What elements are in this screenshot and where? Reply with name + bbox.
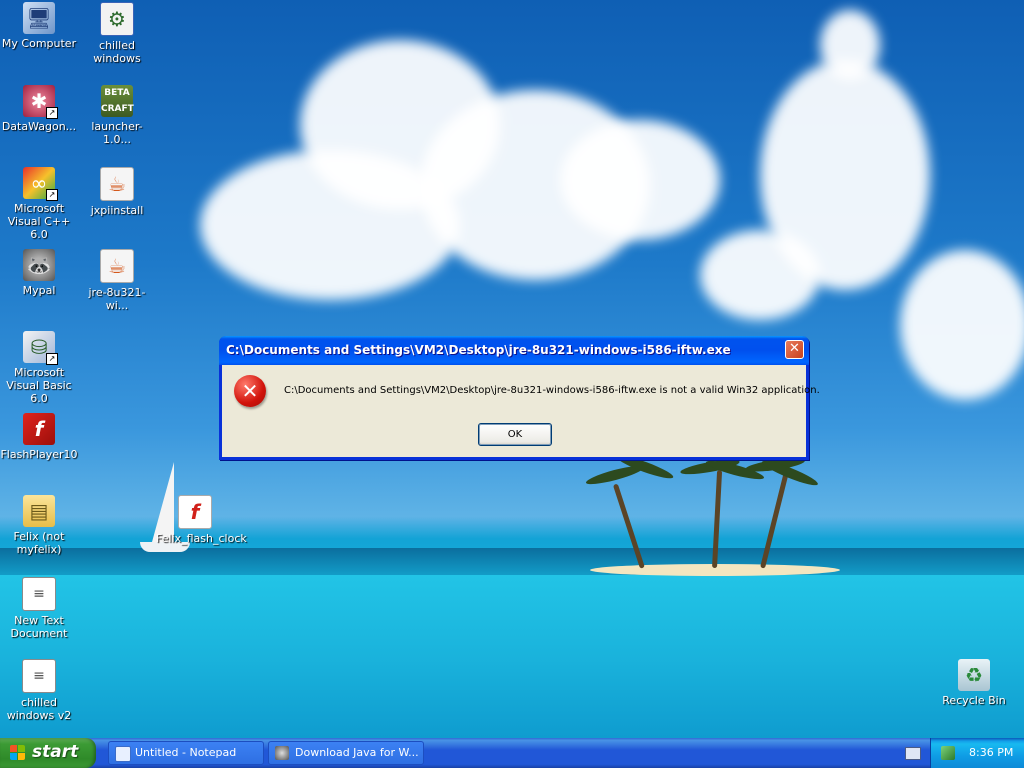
dialog-title: C:\Documents and Settings\VM2\Desktop\jr… [226, 343, 731, 357]
horizon [0, 548, 1024, 578]
network-icon[interactable] [941, 746, 955, 760]
desktop-icon-label: Felix (not myfelix) [13, 530, 65, 556]
dialog-body: ✕ C:\Documents and Settings\VM2\Desktop\… [222, 365, 820, 457]
desktop-icon-label: jre-8u321-wi... [88, 286, 146, 312]
dialog-titlebar[interactable]: C:\Documents and Settings\VM2\Desktop\jr… [219, 336, 809, 365]
cloud [760, 60, 930, 290]
recycle-bin-icon: ♻ [958, 659, 990, 691]
beta-craft-icon: BETA CRAFT [101, 85, 134, 117]
taskbar: start Untitled - Notepad Download Java f… [0, 738, 1024, 768]
close-icon: ✕ [789, 341, 800, 356]
desktop-icon-my-computer[interactable]: 🖥 My Computer [0, 2, 78, 50]
my-computer-icon: 🖥 [23, 2, 55, 34]
keyboard-language-icon[interactable] [905, 747, 921, 760]
desktop-icon-label: Microsoft Visual C++ 6.0 [7, 202, 71, 241]
desktop-icon-visual-basic[interactable]: ⛁ ↗ Microsoft Visual Basic 6.0 [0, 331, 78, 405]
desktop-icon-label: New Text Document [10, 614, 68, 640]
desktop-icon-felix-flash-clock[interactable]: f Felix_flash_clock [156, 495, 247, 545]
datawagon-icon: ✱ ↗ [23, 85, 58, 119]
desktop-icon-chilled-windows[interactable]: ⚙ chilled windows [78, 2, 156, 65]
swf-file-icon: f [178, 495, 212, 529]
desktop-icon-label: jxpiinstall [90, 204, 144, 217]
sea [0, 575, 1024, 738]
desktop-icon-label: launcher-1.0... [91, 120, 143, 146]
program-window-icon: ⚙ [100, 2, 134, 36]
system-tray: 8:36 PM [930, 738, 1024, 768]
java-icon: ☕ [100, 167, 134, 201]
windows-logo-icon [10, 745, 26, 761]
taskbar-item-label: Untitled - Notepad [135, 746, 237, 759]
desktop-icon-label: DataWagon... [1, 120, 77, 133]
java-icon: ☕ [100, 249, 134, 283]
desktop-icon-mypal[interactable]: 🦝 Mypal [0, 249, 78, 297]
desktop-icon-jre-installer[interactable]: ☕ jre-8u321-wi... [78, 249, 156, 312]
desktop-icon-new-text-document[interactable]: ≡ New Text Document [0, 577, 78, 640]
text-document-icon: ≡ [22, 659, 56, 693]
desktop-icon-datawagon[interactable]: ✱ ↗ DataWagon... [0, 85, 78, 133]
desktop-icon-label: chilled windows v2 [6, 696, 72, 722]
desktop-icon-visual-cpp[interactable]: ∞ ↗ Microsoft Visual C++ 6.0 [0, 167, 78, 241]
start-button[interactable]: start [0, 738, 96, 768]
desktop-icon-launcher[interactable]: BETA CRAFT launcher-1.0... [78, 85, 156, 146]
taskbar-item-label: Download Java for W... [295, 746, 419, 759]
cloud [820, 10, 880, 80]
desktop-icon-label: chilled windows [93, 39, 141, 65]
visual-cpp-icon: ∞ ↗ [23, 167, 58, 201]
desktop-icon-chilled-windows-v2[interactable]: ≡ chilled windows v2 [0, 659, 78, 722]
start-label: start [32, 742, 79, 762]
desktop-icon-label: Felix_flash_clock [156, 532, 247, 545]
desktop-icon-label: FlashPlayer10 [0, 448, 78, 461]
close-button[interactable]: ✕ [785, 340, 804, 359]
desktop-icon-flashplayer[interactable]: f FlashPlayer10 [0, 413, 78, 461]
cloud [560, 120, 720, 240]
visual-basic-icon: ⛁ ↗ [23, 331, 58, 365]
desktop-icon-label: Mypal [22, 284, 56, 297]
error-icon: ✕ [234, 375, 266, 407]
desktop-icon-jxpiinstall[interactable]: ☕ jxpiinstall [78, 167, 156, 217]
desktop-icon-label: My Computer [1, 37, 77, 50]
cloud [900, 250, 1024, 400]
shortcut-arrow-icon: ↗ [46, 353, 58, 365]
zip-folder-icon: ▤ [23, 495, 55, 527]
flash-icon: f [23, 413, 55, 445]
taskbar-item-mypal[interactable]: Download Java for W... [268, 741, 424, 765]
ok-button[interactable]: OK [478, 423, 552, 446]
desktop-icon-felix[interactable]: ▤ Felix (not myfelix) [0, 495, 78, 556]
shortcut-arrow-icon: ↗ [46, 189, 58, 201]
clock[interactable]: 8:36 PM [969, 746, 1013, 759]
error-dialog: C:\Documents and Settings\VM2\Desktop\jr… [219, 336, 820, 460]
desktop-icon-label: Recycle Bin [942, 694, 1006, 707]
desktop-icon-recycle-bin[interactable]: ♻ Recycle Bin [935, 659, 1013, 707]
text-document-icon: ≡ [22, 577, 56, 611]
error-message: C:\Documents and Settings\VM2\Desktop\jr… [284, 385, 820, 396]
desktop-icon-label: Microsoft Visual Basic 6.0 [6, 366, 72, 405]
taskbar-item-notepad[interactable]: Untitled - Notepad [108, 741, 264, 765]
mypal-icon [275, 746, 289, 760]
shortcut-arrow-icon: ↗ [46, 107, 58, 119]
mypal-raccoon-icon: 🦝 [23, 249, 55, 281]
notepad-icon [115, 746, 131, 762]
